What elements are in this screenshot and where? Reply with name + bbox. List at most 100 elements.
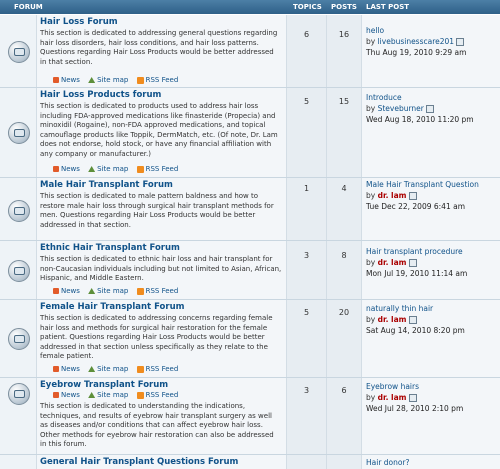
sitemap-icon: [88, 366, 96, 372]
rss-icon: [136, 76, 144, 84]
forum-row: Male Hair Transplant Forum This section …: [0, 178, 500, 241]
post-count: 20: [338, 308, 350, 317]
last-post-title[interactable]: hello: [366, 25, 466, 36]
last-post-title[interactable]: Male Hair Transplant Question: [366, 179, 479, 190]
rss-icon: [136, 365, 144, 373]
forum-title-link[interactable]: Male Hair Transplant Forum: [40, 180, 173, 190]
rss-icon: [136, 165, 144, 173]
forum-title-link[interactable]: General Hair Transplant Questions Forum: [40, 457, 238, 467]
goto-post-icon[interactable]: [456, 38, 465, 46]
sitemap-link[interactable]: Site map: [97, 391, 128, 399]
forum-row: Eyebrow Transplant Forum This section is…: [0, 378, 500, 455]
last-post-author[interactable]: livebusinesscare201: [378, 37, 454, 46]
forum-row: Ethnic Hair Transplant Forum This sectio…: [0, 241, 500, 300]
last-post: naturally thin hair by dr. lam Sat Aug 1…: [366, 303, 465, 335]
news-link[interactable]: News: [61, 365, 80, 373]
sitemap-link[interactable]: Site map: [97, 287, 128, 295]
sitemap-icon: [88, 392, 96, 398]
forum-row: Hair Loss Forum This section is dedicate…: [0, 15, 500, 88]
forum-description: This section is dedicated to understandi…: [40, 402, 274, 449]
goto-post-icon[interactable]: [408, 192, 417, 200]
sitemap-link[interactable]: Site map: [97, 365, 128, 373]
header-last-post: LAST POST: [366, 3, 410, 11]
goto-post-icon[interactable]: [408, 259, 417, 267]
news-icon: [53, 366, 59, 372]
topic-count: 3: [303, 251, 310, 260]
rss-link[interactable]: RSS Feed: [146, 76, 179, 84]
rss-link[interactable]: RSS Feed: [146, 391, 179, 399]
goto-post-icon[interactable]: [408, 316, 417, 324]
last-post-date: Mon Jul 19, 2010 11:14 am: [366, 269, 468, 278]
table-header: FORUM TOPICS POSTS LAST POST: [0, 0, 500, 14]
topic-count: 6: [303, 30, 310, 39]
rss-icon: [136, 391, 144, 399]
forum-index: { "header": { "forum": "FORUM", "topics"…: [0, 0, 500, 469]
last-post-date: Tue Dec 22, 2009 6:41 am: [366, 202, 466, 211]
last-post-date: Sat Aug 14, 2010 8:20 pm: [366, 326, 465, 335]
topic-count: 5: [303, 97, 310, 106]
last-post-date: Thu Aug 19, 2010 9:29 am: [366, 48, 467, 57]
post-count: 15: [338, 97, 350, 106]
forum-row: Female Hair Transplant Forum This sectio…: [0, 300, 500, 378]
forum-folder-icon: [8, 122, 30, 144]
sitemap-link[interactable]: Site map: [97, 165, 128, 173]
post-count: 16: [338, 30, 350, 39]
forum-links: News Site map RSS Feed: [53, 76, 182, 84]
last-post-title[interactable]: Hair donor?: [366, 457, 410, 468]
goto-post-icon[interactable]: [425, 105, 434, 113]
news-link[interactable]: News: [61, 391, 80, 399]
last-post-date: Wed Jul 28, 2010 2:10 pm: [366, 404, 464, 413]
news-icon: [53, 166, 59, 172]
forum-folder-icon: [8, 328, 30, 350]
last-post-title[interactable]: Introduce: [366, 92, 474, 103]
news-icon: [53, 288, 59, 294]
news-link[interactable]: News: [61, 287, 80, 295]
news-icon: [53, 77, 59, 83]
forum-title-link[interactable]: Female Hair Transplant Forum: [40, 302, 184, 312]
rss-icon: [136, 287, 144, 295]
goto-post-icon[interactable]: [408, 394, 417, 402]
news-link[interactable]: News: [61, 76, 80, 84]
post-count: 4: [341, 184, 347, 193]
sitemap-icon: [88, 288, 96, 294]
last-post-author[interactable]: dr. lam: [378, 393, 407, 402]
post-count: 6: [341, 386, 347, 395]
rss-link[interactable]: RSS Feed: [146, 365, 179, 373]
forum-title-link[interactable]: Ethnic Hair Transplant Forum: [40, 243, 180, 253]
forum-description: This section is dedicated to addressing …: [40, 314, 273, 361]
forum-links: News Site map RSS Feed: [53, 287, 182, 295]
rss-link[interactable]: RSS Feed: [146, 287, 179, 295]
topic-count: 1: [303, 184, 310, 193]
header-forum: FORUM: [14, 3, 43, 11]
last-post-title[interactable]: Hair transplant procedure: [366, 246, 467, 257]
last-post-date: Wed Aug 18, 2010 11:20 pm: [366, 115, 474, 124]
sitemap-icon: [88, 166, 96, 172]
forum-folder-icon: [8, 200, 30, 222]
topic-count: 3: [303, 386, 310, 395]
forum-description: This section is dedicated to ethnic hair…: [40, 255, 282, 283]
last-post-author[interactable]: dr. lam: [378, 315, 407, 324]
last-post-title[interactable]: Eyebrow hairs: [366, 381, 463, 392]
forum-folder-icon: [8, 41, 30, 63]
post-count: 8: [341, 251, 347, 260]
news-link[interactable]: News: [61, 165, 80, 173]
last-post-title[interactable]: naturally thin hair: [366, 303, 465, 314]
last-post-author[interactable]: dr. lam: [378, 258, 407, 267]
forum-row: General Hair Transplant Questions Forum …: [0, 455, 500, 469]
forum-title-link[interactable]: Eyebrow Transplant Forum: [40, 380, 168, 390]
rss-link[interactable]: RSS Feed: [146, 165, 179, 173]
last-post-author[interactable]: Steveburner: [378, 104, 424, 113]
last-post: Hair transplant procedure by dr. lam Mon…: [366, 246, 468, 278]
forum-row: Hair Loss Products forum This section is…: [0, 88, 500, 178]
forum-description: This section is dedicated to products us…: [40, 102, 278, 158]
forum-folder-icon: [8, 260, 30, 282]
sitemap-link[interactable]: Site map: [97, 76, 128, 84]
header-topics: TOPICS: [293, 3, 322, 11]
forum-title-link[interactable]: Hair Loss Forum: [40, 17, 118, 27]
forum-links: News Site map RSS Feed: [53, 365, 182, 373]
last-post-author[interactable]: dr. lam: [378, 191, 407, 200]
forum-links: News Site map RSS Feed: [53, 391, 182, 399]
forum-title-link[interactable]: Hair Loss Products forum: [40, 90, 161, 100]
forum-description: This section is dedicated to addressing …: [40, 29, 278, 66]
last-post: Eyebrow hairs by dr. lam Wed Jul 28, 201…: [366, 381, 464, 413]
